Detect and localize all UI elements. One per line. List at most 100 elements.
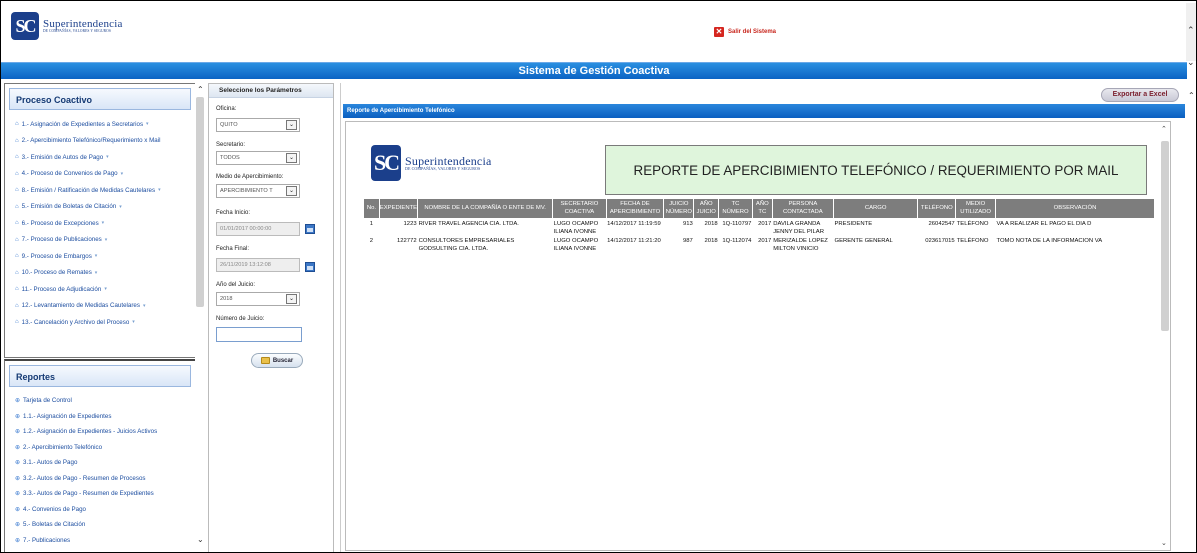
proceso-menu-item[interactable]: ⌂ 2.- Apercibimiento Telefónico/Requerimi… xyxy=(5,133,195,150)
reportes-menu-item[interactable]: ⊕ 7.- Publicaciones xyxy=(5,533,195,549)
reportes-menu-label: 3.3.- Autos de Pago - Resumen de Expedie… xyxy=(23,490,154,498)
scroll-down-icon[interactable]: ⌄ xyxy=(197,535,204,544)
proceso-menu-item[interactable]: ⌂ 12.- Levantamiento de Medidas Cautelare… xyxy=(5,298,195,315)
report-scrollbar[interactable]: ⌃ ⌄ xyxy=(1159,121,1171,551)
secretario-select[interactable]: TODOS ⌄ xyxy=(216,151,300,165)
chevron-down-icon[interactable]: ⌄ xyxy=(286,153,297,163)
home-icon: ⌂ xyxy=(15,253,19,260)
anio-value: 2018 xyxy=(220,296,233,302)
circle-plus-icon: ⊕ xyxy=(15,413,21,420)
reportes-menu-item[interactable]: ⊕ 3.2.- Autos de Pago - Resumen de Proces… xyxy=(5,471,195,487)
secretario-label: Secretario: xyxy=(216,142,246,148)
exit-link[interactable]: ✕ Salir del Sistema xyxy=(714,27,776,37)
table-row: 1 1223 RIVER TRAVEL AGENCIA CIA. LTDA. LUGO… xyxy=(364,219,1155,237)
reportes-header[interactable]: Reportes xyxy=(9,365,191,387)
header-logo[interactable]: SC Superintendencia DE COMPAÑÍAS, VALORE… xyxy=(11,12,123,40)
table-cell: DAVILA GRANDA JENNY DEL PILAR xyxy=(773,221,824,235)
page-scrollbar[interactable]: ⌃ xyxy=(1187,83,1196,552)
proceso-menu-label: 2.- Apercibimiento Telefónico/Requerimie… xyxy=(21,137,161,145)
home-icon: ⌂ xyxy=(15,286,19,293)
circle-plus-icon: ⊕ xyxy=(15,537,21,544)
proceso-menu-item[interactable]: ⌂ 5.- Emisión de Boletas de Citación ▾ xyxy=(5,199,195,216)
reportes-menu-item[interactable]: ⊕ Tarjeta de Control xyxy=(5,393,195,409)
table-cell: MERIZALDE LOPEZ MILTON VINICIO xyxy=(773,238,828,252)
logo-mark-icon: SC xyxy=(371,145,401,181)
reportes-menu-item[interactable]: ⊕ 4.- Convenios de Pago xyxy=(5,502,195,518)
chevron-down-icon[interactable]: ⌄ xyxy=(1187,57,1196,69)
reportes-menu-item[interactable]: ⊕ 3.1.- Autos de Pago xyxy=(5,455,195,471)
proceso-menu-item[interactable]: ⌂ 6.- Proceso de Excepciones ▾ xyxy=(5,215,195,232)
chevron-down-icon: ▾ xyxy=(104,286,107,293)
table-cell: PRESIDENTE xyxy=(834,221,873,227)
proceso-menu-label: 12.- Levantamiento de Medidas Cautelares xyxy=(21,302,140,310)
home-icon: ⌂ xyxy=(15,319,19,326)
reportes-menu-item[interactable]: ⊕ 2.- Apercibimiento Telefónico xyxy=(5,440,195,456)
reportes-menu-label: 7.- Publicaciones xyxy=(23,536,71,544)
proceso-menu-item[interactable]: ⌂ 1.- Asignación de Expedientes a Secreta… xyxy=(5,116,195,133)
scroll-thumb[interactable] xyxy=(1161,141,1169,331)
reportes-menu-item[interactable]: ⊕ 1.1.- Asignación de Expedientes xyxy=(5,409,195,425)
oficina-select[interactable]: QUITO ⌄ xyxy=(216,118,300,132)
logo-mark-icon: SC xyxy=(11,12,39,40)
fecha-final-input[interactable]: 26/11/2019 13:12:08 xyxy=(216,258,300,272)
proceso-menu-item[interactable]: ⌂ 13.- Cancelación y Archivo del Proceso ▾ xyxy=(5,314,195,331)
report-table: No. EXPEDIENTE NOMBRE DE LA COMPAÑÍA O ENT… xyxy=(363,198,1156,253)
table-cell: 1Q-110797 xyxy=(722,221,752,227)
scroll-thumb[interactable] xyxy=(196,97,204,307)
chevron-down-icon: ▾ xyxy=(119,203,122,210)
table-cell: LUGO OCAMPO ILIANA IVONNE xyxy=(553,221,599,235)
buscar-button[interactable]: Buscar xyxy=(251,353,303,368)
circle-plus-icon: ⊕ xyxy=(15,475,21,482)
export-excel-button[interactable]: Exportar a Excel xyxy=(1101,88,1179,102)
scroll-down-icon[interactable]: ⌄ xyxy=(1161,539,1167,547)
proceso-menu-item[interactable]: ⌂ 9.- Proceso de Embargos ▾ xyxy=(5,248,195,265)
calendar-icon[interactable] xyxy=(305,262,315,272)
report-logo: SC Superintendencia DE COMPAÑÍAS, VALORE… xyxy=(371,145,492,181)
chevron-down-icon[interactable]: ⌄ xyxy=(286,186,297,196)
proceso-coactivo-header[interactable]: Proceso Coactivo xyxy=(9,88,191,110)
report-bar-title: Reporte de Apercibimiento Telefónico xyxy=(343,104,1185,118)
proceso-menu-item[interactable]: ⌂ 8.- Emisión / Ratificación de Medidas C… xyxy=(5,182,195,199)
reportes-menu-label: 3.1.- Autos de Pago xyxy=(23,459,78,467)
sidebar-scrollbar[interactable]: ⌃ ⌄ xyxy=(195,83,205,552)
scroll-up-icon[interactable]: ⌃ xyxy=(197,85,204,94)
column-header: No. xyxy=(363,198,380,219)
proceso-menu-label: 13.- Cancelación y Archivo del Proceso xyxy=(21,318,130,326)
proceso-menu-item[interactable]: ⌂ 4.- Proceso de Convenios de Pago ▾ xyxy=(5,166,195,183)
anio-select[interactable]: 2018 ⌄ xyxy=(216,292,300,306)
scroll-up-icon[interactable]: ⌃ xyxy=(1188,91,1195,100)
proceso-menu-item[interactable]: ⌂ 11.- Proceso de Adjudicación ▾ xyxy=(5,281,195,298)
table-cell: 023617015 xyxy=(925,238,955,244)
chevron-down-icon[interactable]: ⌄ xyxy=(286,120,297,130)
proceso-menu-item[interactable]: ⌂ 10.- Proceso de Remates ▾ xyxy=(5,265,195,282)
reportes-menu-item[interactable]: ⊕ 1.2.- Asignación de Expedientes - Juici… xyxy=(5,424,195,440)
chevron-down-icon[interactable]: ⌄ xyxy=(286,294,297,304)
exit-label: Salir del Sistema xyxy=(728,29,777,35)
proceso-menu-label: 8.- Emisión / Ratificación de Medidas Ca… xyxy=(21,186,156,194)
circle-plus-icon: ⊕ xyxy=(15,522,21,529)
header-scrollbar[interactable]: ⌃ xyxy=(1186,3,1196,61)
reportes-menu-label: 1.2.- Asignación de Expedientes - Juicio… xyxy=(23,428,158,436)
circle-plus-icon: ⊕ xyxy=(15,506,21,513)
medio-select[interactable]: APERCIBIMIENTO T ⌄ xyxy=(216,184,300,198)
chevron-down-icon: ▾ xyxy=(132,319,135,326)
reportes-menu-item[interactable]: ⊕ 3.3.- Autos de Pago - Resumen de Expedi… xyxy=(5,486,195,502)
reportes-menu-label: 3.2.- Autos de Pago - Resumen de Proceso… xyxy=(23,474,146,482)
parameters-title: Seleccione los Parámetros xyxy=(209,84,333,98)
scroll-up-icon[interactable]: ⌃ xyxy=(1187,25,1195,36)
medio-value: APERCIBIMIENTO T xyxy=(220,188,273,194)
fecha-inicio-input[interactable]: 01/01/2017 00:00:00 xyxy=(216,222,300,236)
chevron-down-icon: ▾ xyxy=(120,170,124,177)
proceso-menu: ⌂ 1.- Asignación de Expedientes a Secreta… xyxy=(5,116,195,331)
column-header: OBSERVACIÓN xyxy=(994,198,1156,219)
calendar-icon[interactable] xyxy=(305,224,315,234)
scroll-up-icon[interactable]: ⌃ xyxy=(1161,125,1167,133)
proceso-menu-item[interactable]: ⌂ 3.- Emisión de Autos de Pago ▾ xyxy=(5,149,195,166)
reportes-menu-item[interactable]: ⊕ 5.- Boletas de Citación xyxy=(5,517,195,533)
column-header: CARGO xyxy=(832,198,919,219)
reportes-menu-label: 4.- Convenios de Pago xyxy=(23,505,86,513)
proceso-menu-item[interactable]: ⌂ 7.- Proceso de Publicaciones ▾ xyxy=(5,232,195,249)
proceso-menu-label: 5.- Emisión de Boletas de Citación xyxy=(21,203,117,211)
numero-juicio-input[interactable] xyxy=(216,327,302,342)
table-cell: 14/12/2017 11:19:59 xyxy=(607,221,661,227)
